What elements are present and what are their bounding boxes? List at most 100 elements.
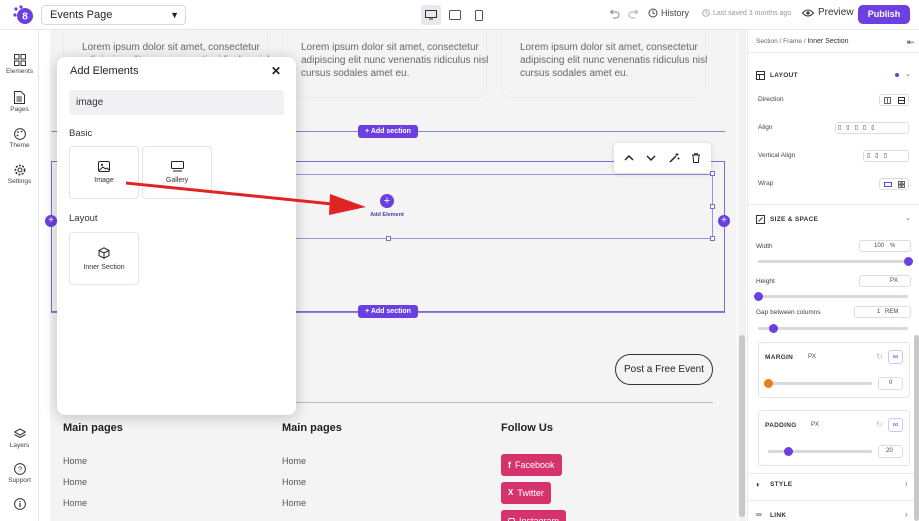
rail-item-elements[interactable]: Elements <box>0 54 39 75</box>
resize-handle[interactable] <box>710 171 715 176</box>
width-slider-knob[interactable] <box>903 257 913 266</box>
margin-slider-knob[interactable] <box>763 379 773 388</box>
undo-icon[interactable] <box>607 7 621 21</box>
wrap-icon[interactable] <box>898 181 905 188</box>
footer-link[interactable]: Home <box>63 498 87 508</box>
trash-icon[interactable] <box>690 152 702 164</box>
rail-item-pages[interactable]: Pages <box>0 91 39 113</box>
height-input[interactable]: PX <box>859 275 911 287</box>
direction-column-icon[interactable] <box>898 97 905 104</box>
add-section-button[interactable]: + Add section <box>358 125 418 138</box>
padding-input[interactable]: 20 <box>878 445 903 458</box>
reset-icon[interactable]: ↻ <box>876 420 883 429</box>
gap-slider[interactable] <box>758 327 908 330</box>
width-value[interactable]: 100 <box>874 243 884 249</box>
rail-item-support[interactable]: ? Support <box>0 463 39 484</box>
inner-section-tile[interactable]: Inner Section <box>69 232 139 285</box>
vertical-align-label: Vertical Align <box>758 152 796 159</box>
collapse-icon[interactable]: ⇤ <box>907 37 915 48</box>
link-section-title[interactable]: LINK <box>770 512 786 519</box>
layout-section-title[interactable]: LAYOUT <box>770 72 798 79</box>
reset-icon[interactable]: ↻ <box>876 352 883 361</box>
rail-label: Elements <box>5 68 34 75</box>
style-section-title[interactable]: STYLE <box>770 481 792 488</box>
width-slider[interactable] <box>758 260 908 263</box>
scrollbar-thumb[interactable] <box>739 335 745 517</box>
no-wrap-icon[interactable] <box>884 181 892 188</box>
height-slider-knob[interactable] <box>753 292 763 301</box>
element-search-input[interactable]: image <box>69 90 284 115</box>
facebook-icon: f <box>508 460 511 470</box>
gap-slider-knob[interactable] <box>768 324 778 333</box>
height-slider[interactable] <box>758 295 908 298</box>
magic-wand-icon[interactable] <box>668 152 680 164</box>
wrap-toggle[interactable] <box>879 178 909 190</box>
info-button[interactable] <box>0 498 39 512</box>
resize-handle[interactable] <box>710 204 715 209</box>
move-down-icon[interactable] <box>645 152 657 164</box>
preview-button[interactable]: Preview <box>802 7 854 18</box>
padding-value[interactable]: 20 <box>886 448 893 454</box>
instagram-button[interactable]: Instagram <box>501 510 567 521</box>
add-column-left-button[interactable]: + <box>45 215 57 227</box>
rail-item-theme[interactable]: Theme <box>0 128 39 149</box>
breadcrumb-item[interactable]: Frame <box>783 38 802 45</box>
resize-handle[interactable] <box>386 236 391 241</box>
twitter-button[interactable]: X Twitter <box>501 482 551 504</box>
direction-toggle[interactable] <box>879 94 909 106</box>
svg-text:8: 8 <box>22 12 28 23</box>
tablet-view-button[interactable] <box>445 5 465 25</box>
resize-handle[interactable] <box>710 236 715 241</box>
facebook-button[interactable]: f Facebook <box>501 454 562 476</box>
move-up-icon[interactable] <box>623 152 635 164</box>
card-text: Lorem ipsum dolor sit amet, consectetur … <box>301 42 489 79</box>
link-values-icon[interactable]: ∞ <box>888 418 903 432</box>
align-options[interactable]: ▯▯▯▯▯ <box>835 122 909 134</box>
redo-icon[interactable] <box>627 7 641 21</box>
size-section-title[interactable]: SIZE & SPACE <box>770 216 818 223</box>
gap-input[interactable]: 1 REM <box>854 306 911 318</box>
padding-unit[interactable]: PX <box>811 422 819 428</box>
footer-link[interactable]: Home <box>63 477 87 487</box>
gap-value[interactable]: 1 <box>877 309 880 315</box>
footer-link[interactable]: Home <box>282 498 306 508</box>
margin-unit[interactable]: PX <box>808 354 816 360</box>
vertical-align-icons[interactable]: ▯▯▯ <box>867 152 892 159</box>
gap-unit[interactable]: REM <box>885 309 898 315</box>
page-select[interactable]: Events Page ▼ <box>41 5 186 25</box>
add-element-button[interactable]: + <box>380 194 394 208</box>
chevron-right-icon[interactable]: › <box>905 510 908 519</box>
rail-item-settings[interactable]: Settings <box>0 164 39 185</box>
inspector-scrollbar-thumb[interactable] <box>914 335 919 521</box>
width-unit[interactable]: % <box>890 243 895 249</box>
history-button[interactable]: History <box>648 8 689 18</box>
margin-value[interactable]: 0 <box>889 380 892 386</box>
add-section-button[interactable]: + Add section <box>358 305 418 318</box>
chevron-down-icon[interactable]: ⌄ <box>905 70 911 78</box>
desktop-view-button[interactable] <box>421 5 441 25</box>
margin-input[interactable]: 0 <box>878 377 903 390</box>
card-text: Lorem ipsum dolor sit amet, consectetur … <box>520 42 708 79</box>
publish-button[interactable]: Publish <box>858 5 910 24</box>
margin-slider[interactable] <box>768 382 872 385</box>
direction-row-icon[interactable] <box>884 97 891 104</box>
canvas-scrollbar[interactable] <box>738 30 746 521</box>
width-input[interactable]: 100 % <box>859 240 911 252</box>
vertical-align-options[interactable]: ▯▯▯ <box>863 150 909 162</box>
mobile-view-button[interactable] <box>469 5 489 25</box>
footer-link[interactable]: Home <box>282 456 306 466</box>
close-icon[interactable]: ✕ <box>271 64 281 78</box>
breadcrumb-item[interactable]: Section <box>756 38 778 45</box>
add-column-right-button[interactable]: + <box>718 215 730 227</box>
footer-link[interactable]: Home <box>63 456 87 466</box>
align-options-icons[interactable]: ▯▯▯▯▯ <box>838 124 880 131</box>
height-unit[interactable]: PX <box>890 278 898 284</box>
rail-item-layers[interactable]: Layers <box>0 428 39 449</box>
chevron-right-icon[interactable]: › <box>905 479 908 488</box>
link-values-icon[interactable]: ∞ <box>888 350 903 364</box>
chevron-down-icon[interactable]: ⌄ <box>905 214 911 222</box>
footer-link[interactable]: Home <box>282 477 306 487</box>
post-event-button[interactable]: Post a Free Event <box>615 354 713 385</box>
app-logo-icon[interactable]: 8 <box>12 4 34 26</box>
history-label: History <box>661 8 690 18</box>
